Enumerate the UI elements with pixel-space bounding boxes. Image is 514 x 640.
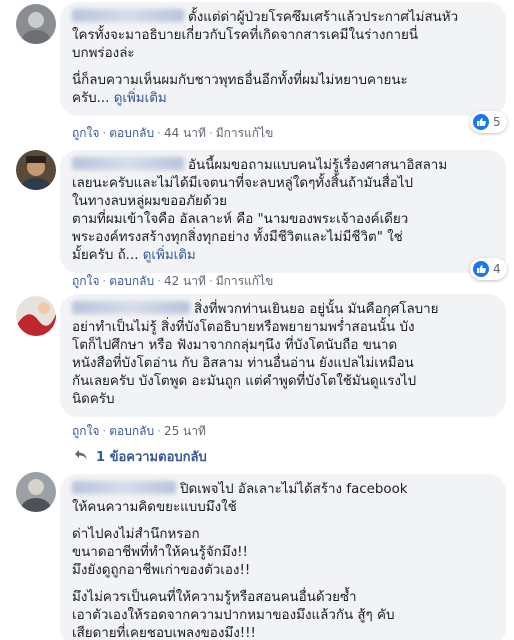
reply-arrow-icon xyxy=(74,449,88,465)
reaction-count[interactable]: 5 xyxy=(470,111,507,133)
comment-text-line: ปิดเพจไป อัลเลาะไม่ได้สร้าง facebook xyxy=(180,482,408,497)
comment-text-line: โตก็ไปศึกษา หรือ ฟังมาจากกลุ่มๆนึง ที่บั… xyxy=(72,338,398,353)
comment-text-line: ด่าไปคงไม่สำนึกหรอก xyxy=(72,527,200,542)
comment-text-line: มั้ยครับ ถ้... xyxy=(72,248,139,263)
comment-text-line: ขนาดอาชีพที่ทำให้คนรู้จักมึง!! xyxy=(72,545,248,560)
comment-text-line: ตามที่ผมเข้าใจคือ อัลเลาะห์ คือ "นามของพ… xyxy=(72,212,409,227)
like-icon xyxy=(473,114,489,130)
comment-time[interactable]: 25 นาที xyxy=(164,424,206,438)
comment-time[interactable]: 44 นาที xyxy=(164,126,206,140)
edited-label[interactable]: มีการแก้ไข xyxy=(216,274,274,288)
avatar[interactable] xyxy=(16,296,56,336)
comment-text-line: เลยนะครับและไม่ได้มีเจตนาที่จะลบหลู่ใดๆท… xyxy=(72,176,414,191)
reaction-number: 5 xyxy=(493,115,501,129)
like-button[interactable]: ถูกใจ xyxy=(72,274,99,288)
comment-text-line: ตั้งแต่ด่าผู้ป่วยโรคซึมเศร้าแล้วประกาศไม… xyxy=(188,10,459,25)
see-more-link[interactable]: ดูเพิ่มเติม xyxy=(143,248,196,263)
comment-actions: ถูกใจ · ตอบกลับ · 25 นาที xyxy=(72,424,206,438)
replies-count-label[interactable]: 1 ข้อความตอบกลับ xyxy=(96,450,207,465)
comment-text-line: มึงยังดูถูกอาชีพเก่าของตัวเอง!! xyxy=(72,563,251,578)
author-name[interactable] xyxy=(72,9,184,22)
comment-actions: ถูกใจ · ตอบกลับ · 44 นาที · มีการแก้ไข xyxy=(72,126,274,140)
comment-text-line: อันนี้ผมขอถามแบบคนไม่รู้เรื่องศาสนาอิสลา… xyxy=(188,158,448,173)
comment-text-line: มึงไม่ควรเป็นคนที่ให้ความรู้หรือสอนคนอื่… xyxy=(72,590,357,605)
like-button[interactable]: ถูกใจ xyxy=(72,126,99,140)
like-button[interactable]: ถูกใจ xyxy=(72,424,99,438)
comment-text-line: นี่ก็ลบความเห็นผมกับชาวพุทธอื่นอีกทั้งที… xyxy=(72,73,408,88)
view-replies-link[interactable]: 1 ข้อความตอบกลับ xyxy=(74,446,207,467)
reaction-number: 4 xyxy=(493,262,501,276)
comment-bubble: สิ่งที่พวกท่านเยินยอ อยู่นั้น มันคือกุศโ… xyxy=(60,294,506,417)
comment-text-line: ครับ... xyxy=(72,91,110,106)
avatar-image xyxy=(16,296,56,336)
comment-text-line: ให้คนความคิดขยะแบบมึงใช้ xyxy=(72,500,237,515)
comment-text-line: สิ่งที่พวกท่านเยินยอ อยู่นั้น มันคือกุศโ… xyxy=(194,302,439,317)
comment-text-line: นิดครับ xyxy=(72,392,115,407)
reply-button[interactable]: ตอบกลับ xyxy=(109,274,154,288)
author-name[interactable] xyxy=(72,157,184,170)
comment-text-line: ใครทั้งจะมาอธิบายเกี่ยวกับโรคที่เกิดจากส… xyxy=(72,28,419,43)
author-name[interactable] xyxy=(72,301,190,314)
comment-bubble: ตั้งแต่ด่าผู้ป่วยโรคซึมเศร้าแล้วประกาศไม… xyxy=(60,2,506,116)
comment-time[interactable]: 42 นาที xyxy=(164,274,206,288)
comment-text-line: บกพร่องล่ะ xyxy=(72,46,135,61)
comment-bubble: ปิดเพจไป อัลเลาะไม่ได้สร้าง facebook ให้… xyxy=(60,474,506,640)
comment-text-line: หนังสือที่บังโตอ่าน กับ อิสลาม ท่านอื่นอ… xyxy=(72,356,414,371)
comment-text-line: พระองค์ทรงสร้างทุกสิ่งทุกอย่าง ทั้งมีชีว… xyxy=(72,230,403,245)
see-more-link[interactable]: ดูเพิ่มเติม xyxy=(114,91,167,106)
reply-button[interactable]: ตอบกลับ xyxy=(109,126,154,140)
comment-bubble: อันนี้ผมขอถามแบบคนไม่รู้เรื่องศาสนาอิสลา… xyxy=(60,150,506,273)
reaction-count[interactable]: 4 xyxy=(470,258,507,280)
avatar-image xyxy=(16,4,56,44)
comment-text-line: เอาตัวเองให้รอดจากความปากหมาของมึงแล้วกั… xyxy=(72,608,395,623)
avatar[interactable] xyxy=(16,150,56,190)
avatar-image xyxy=(16,472,56,512)
avatar[interactable] xyxy=(16,472,56,512)
comment-text-line: กันเลยครับ บังโตพูด อะมันถูก แต่คำพูดที่… xyxy=(72,374,417,389)
edited-label[interactable]: มีการแก้ไข xyxy=(216,126,274,140)
comment-actions: ถูกใจ · ตอบกลับ · 42 นาที · มีการแก้ไข xyxy=(72,274,274,288)
comment-text-line: เสียดายที่เคยชอบเพลงของมึง!!! xyxy=(72,626,256,640)
comment-text-line: ในทางลบหลู่ผมขออภัยด้วย xyxy=(72,194,227,209)
reply-button[interactable]: ตอบกลับ xyxy=(109,424,154,438)
comment-text-line: อย่าทำเป็นไม่รู้ สิ่งที่บังโตอธิบายหรือพ… xyxy=(72,320,415,335)
like-icon xyxy=(473,261,489,277)
avatar-image xyxy=(16,150,56,190)
author-name[interactable] xyxy=(72,481,176,494)
avatar[interactable] xyxy=(16,4,56,44)
